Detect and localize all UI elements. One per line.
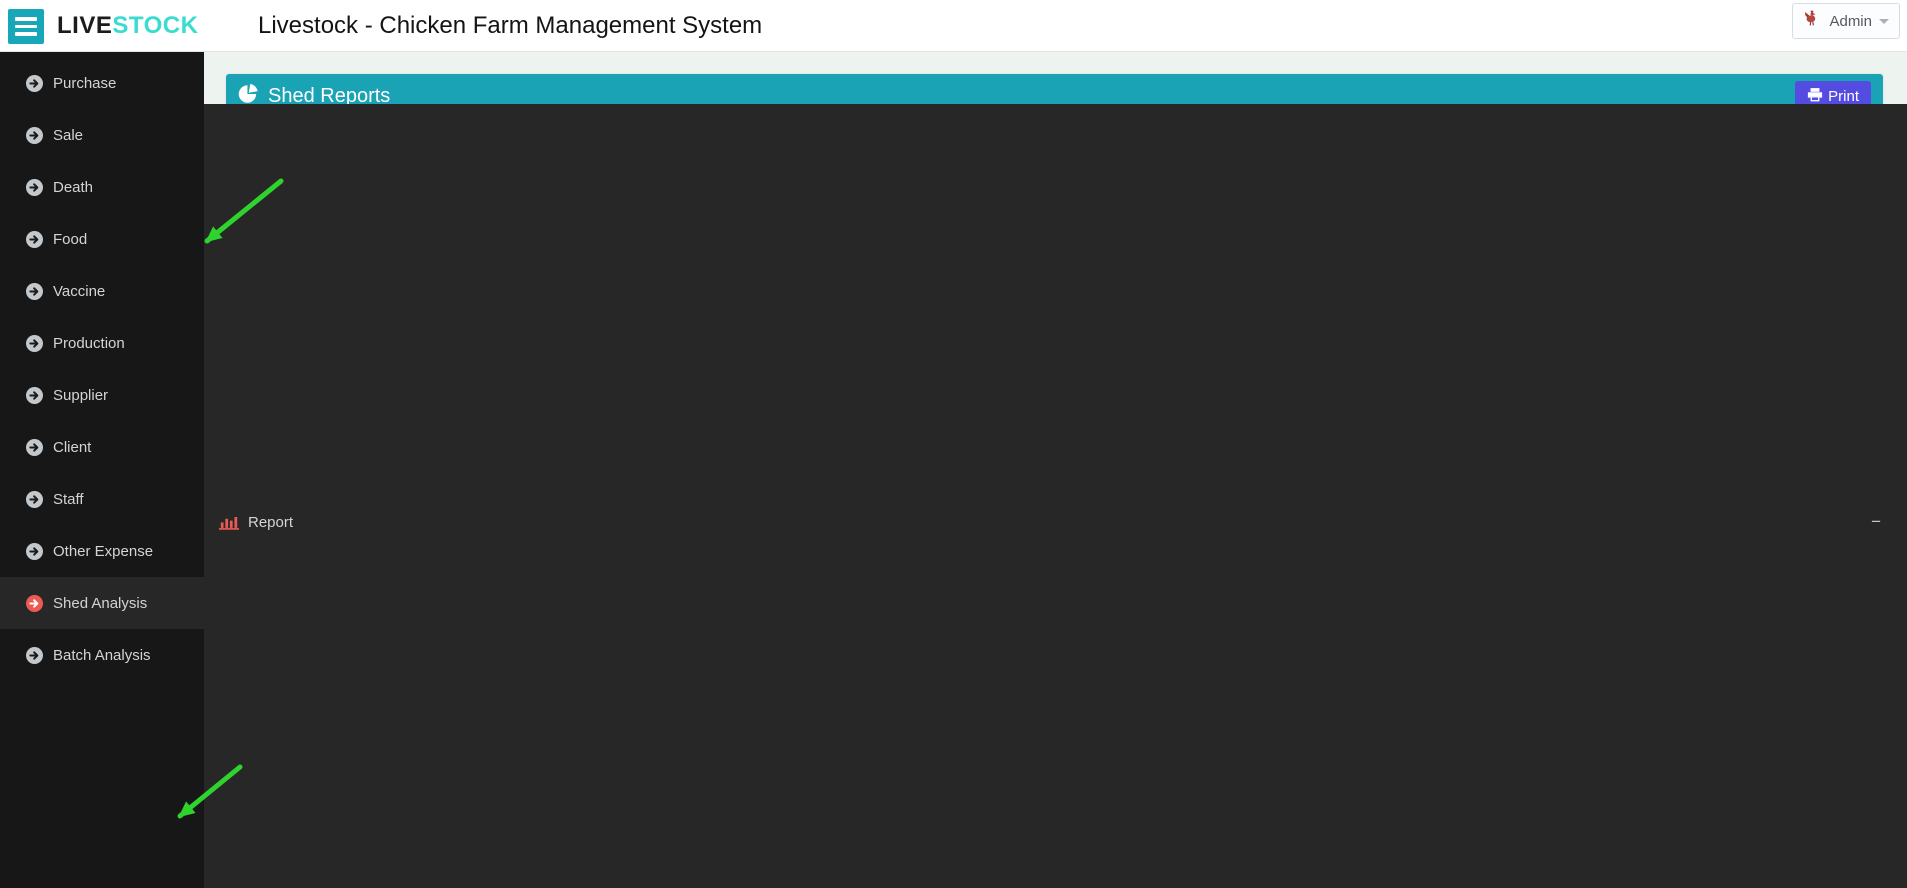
logo-prefix: LIVE (57, 12, 112, 39)
sidebar-item-label: Death (53, 179, 93, 196)
circle-arrow-right-icon (25, 127, 43, 144)
chevron-down-icon (1879, 19, 1889, 24)
sidebar-item-food[interactable]: Food (0, 213, 204, 265)
sidebar-item-label: Client (53, 439, 91, 456)
sidebar-item-shed-analysis[interactable]: Shed Analysis (0, 577, 204, 629)
sidebar-item-label: Shed Analysis (53, 595, 147, 612)
rooster-icon (1803, 9, 1822, 34)
sidebar-item-sale[interactable]: Sale (0, 109, 204, 161)
sidebar-item-label: Sale (53, 127, 83, 144)
circle-arrow-right-icon (25, 647, 43, 664)
sidebar-item-vaccine[interactable]: Vaccine (0, 265, 204, 317)
sidebar-item-client[interactable]: Client (0, 421, 204, 473)
circle-arrow-right-icon (25, 491, 43, 508)
page-title: Livestock - Chicken Farm Management Syst… (258, 0, 762, 52)
collapse-minus-icon[interactable]: − (1871, 512, 1881, 532)
app-logo[interactable]: LIVESTOCK (57, 0, 198, 52)
circle-arrow-right-icon (25, 543, 43, 560)
sidebar-nav: Sales+ Payments+ Expenses+ Report− Purch… (0, 52, 204, 888)
top-header: LIVESTOCK Livestock - Chicken Farm Manag… (0, 0, 1907, 52)
printer-icon (1807, 87, 1823, 106)
circle-arrow-right-icon (25, 75, 43, 92)
sidebar-item-death[interactable]: Death (0, 161, 204, 213)
admin-dropdown[interactable]: Admin (1792, 3, 1900, 39)
logo-suffix: STOCK (112, 12, 198, 39)
hamburger-menu-icon[interactable] (8, 9, 44, 44)
sidebar-item-label: Purchase (53, 75, 116, 92)
circle-arrow-right-icon (25, 283, 43, 300)
print-button-label: Print (1828, 88, 1859, 105)
sidebar-item-production[interactable]: Production (0, 317, 204, 369)
sidebar-item-other-expense[interactable]: Other Expense (0, 525, 204, 577)
circle-arrow-right-icon (25, 231, 43, 248)
admin-username: Admin (1829, 13, 1872, 30)
sidebar-item-label: Supplier (53, 387, 108, 404)
sidebar-item-label: Staff (53, 491, 84, 508)
bar-chart-icon (217, 514, 241, 530)
sidebar-item-report[interactable]: Report − (204, 104, 1907, 888)
circle-arrow-right-icon (25, 439, 43, 456)
circle-arrow-right-icon (25, 595, 43, 612)
sidebar-item-label: Food (53, 231, 87, 248)
sidebar-item-label: Vaccine (53, 283, 105, 300)
circle-arrow-right-icon (25, 335, 43, 352)
sidebar-item-batch-analysis[interactable]: Batch Analysis (0, 629, 204, 681)
sidebar-item-supplier[interactable]: Supplier (0, 369, 204, 421)
sidebar-item-staff[interactable]: Staff (0, 473, 204, 525)
sidebar-item-label: Production (53, 335, 125, 352)
sidebar-item-label: Report (248, 514, 293, 531)
circle-arrow-right-icon (25, 179, 43, 196)
sidebar-item-label: Other Expense (53, 543, 153, 560)
sidebar-item-purchase[interactable]: Purchase (0, 57, 204, 109)
sidebar-item-label: Batch Analysis (53, 647, 151, 664)
circle-arrow-right-icon (25, 387, 43, 404)
